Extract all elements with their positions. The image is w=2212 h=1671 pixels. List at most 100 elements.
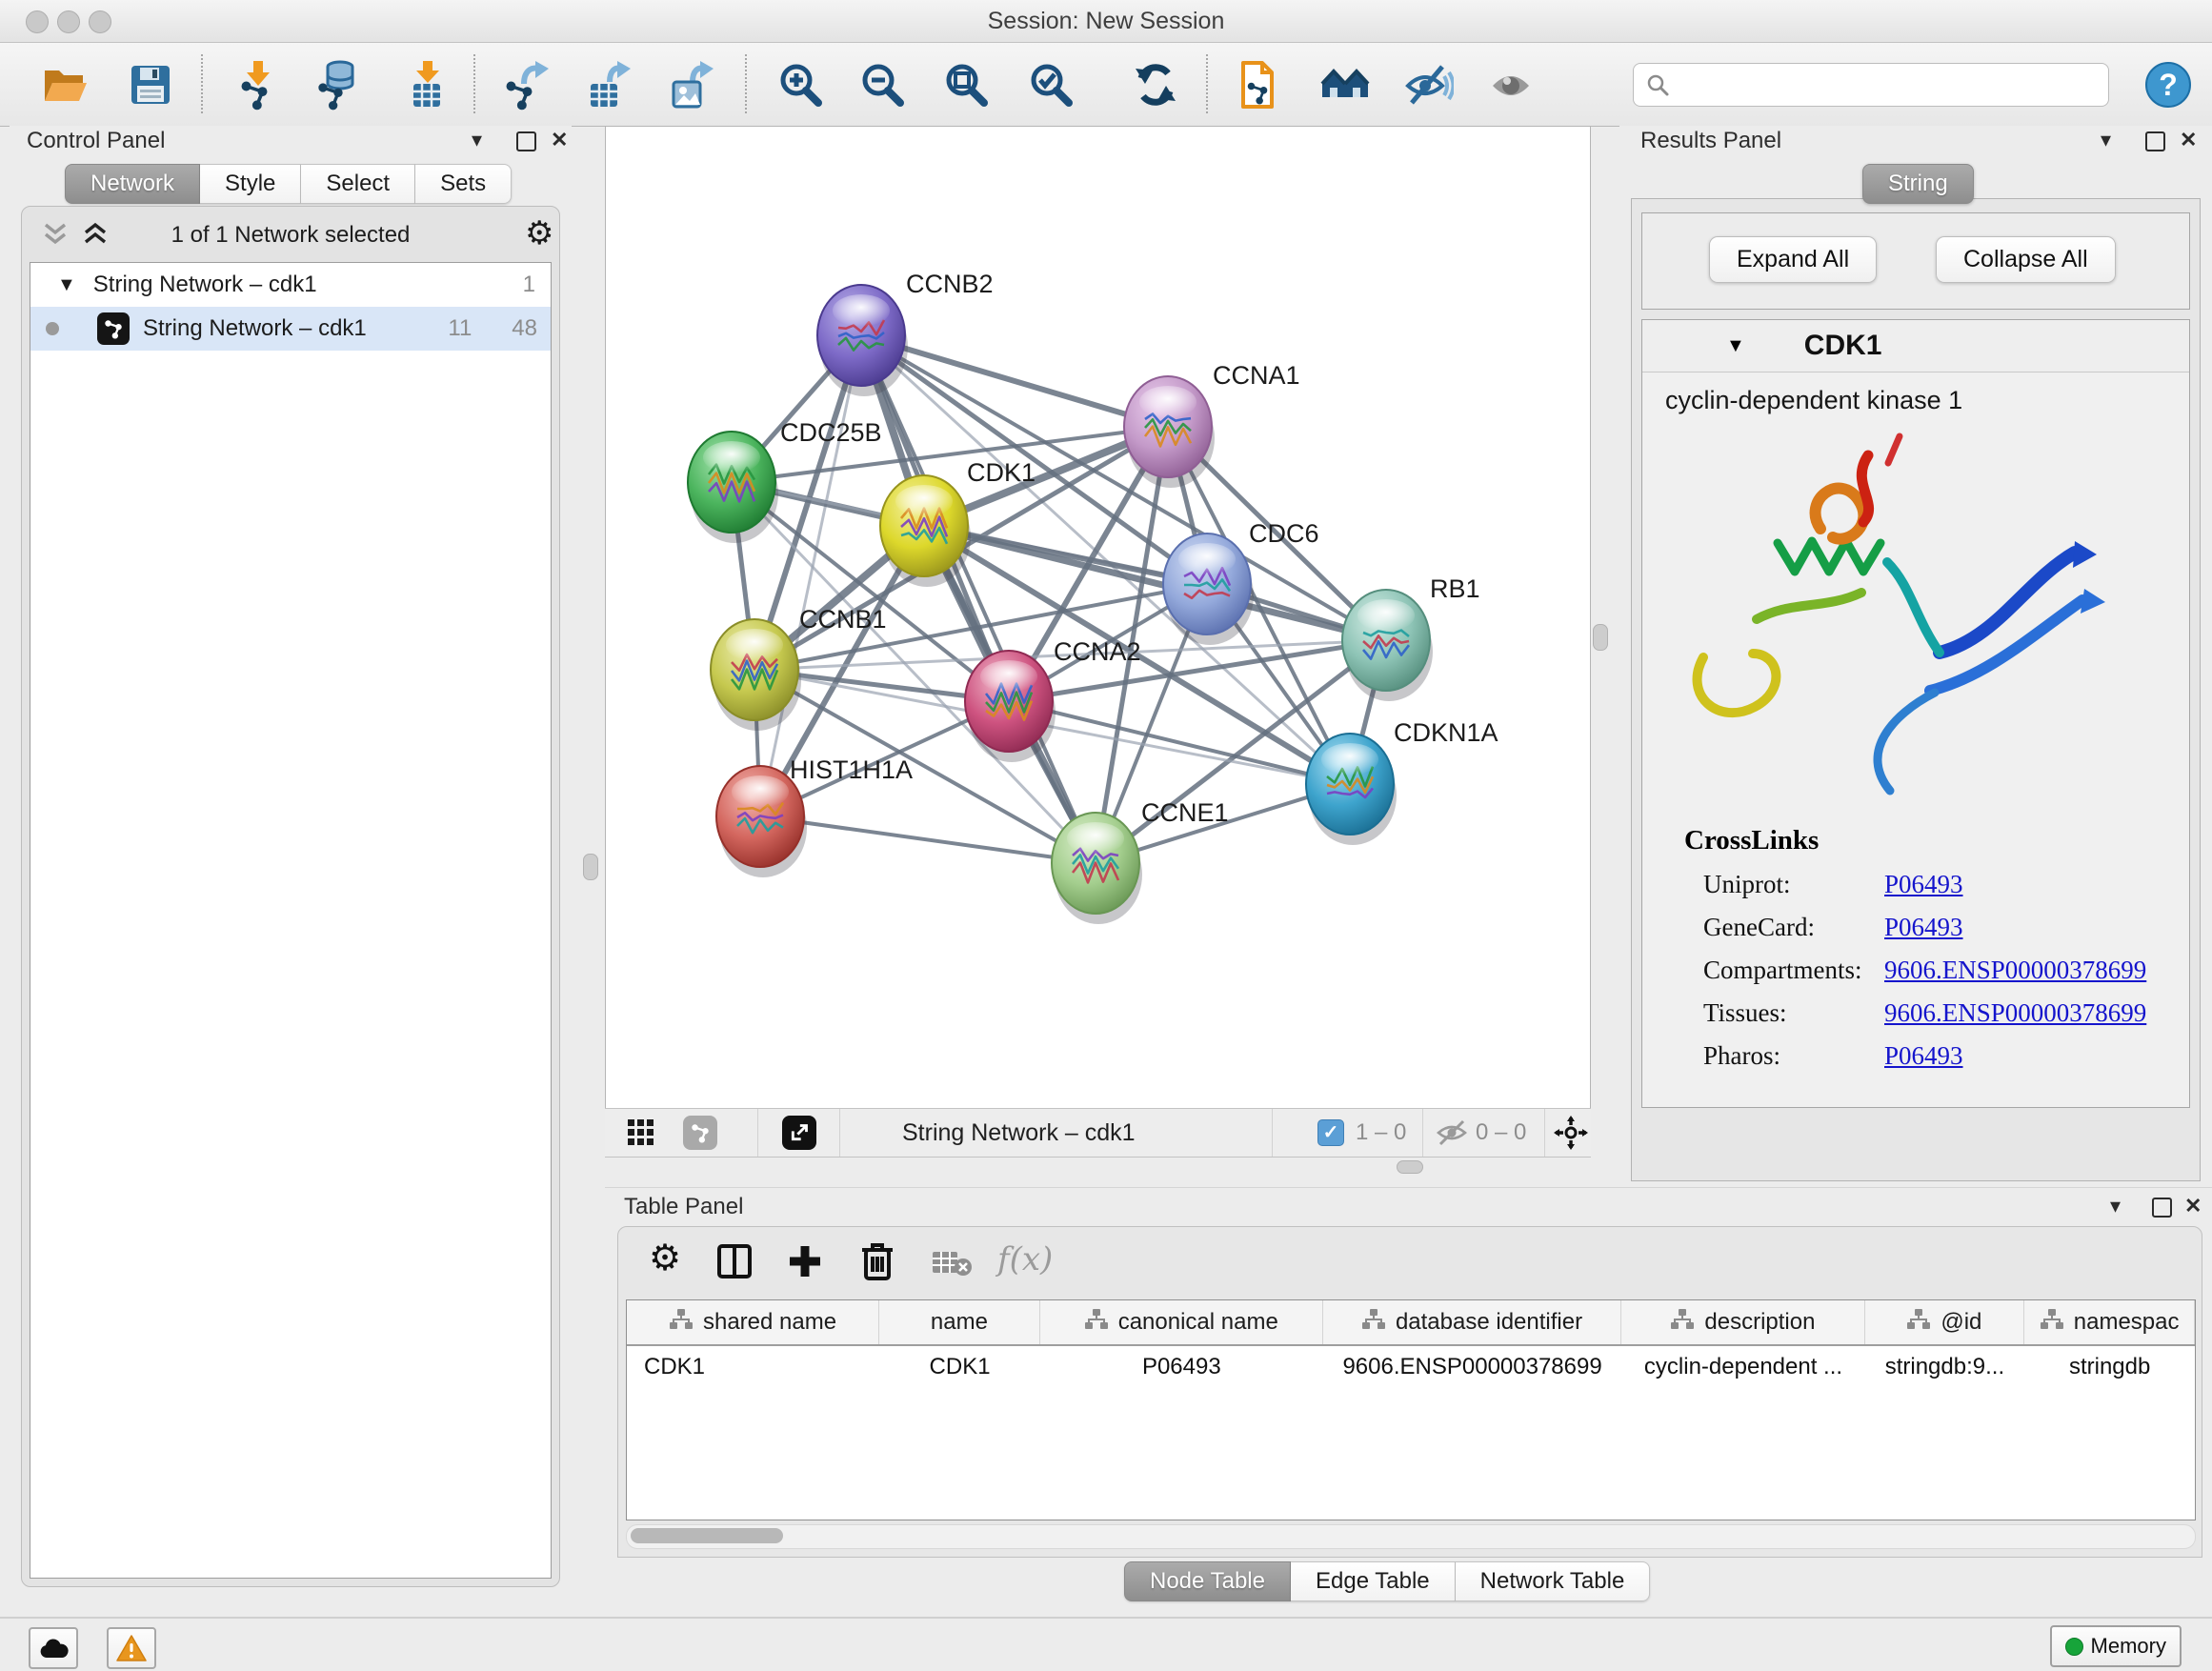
tab-node-table[interactable]: Node Table (1124, 1561, 1291, 1601)
tree-expander-icon[interactable]: ▼ (57, 274, 76, 296)
panel-menu-icon[interactable]: ▾ (2110, 1196, 2121, 1217)
column-header-canonical-name[interactable]: canonical name (1040, 1300, 1323, 1344)
panel-float-icon[interactable] (516, 131, 536, 151)
horizontal-splitter-handle[interactable] (1397, 1160, 1423, 1174)
open-session-button[interactable] (34, 55, 95, 114)
export-network-button[interactable] (494, 55, 555, 114)
crosslink-link[interactable]: P06493 (1884, 913, 1963, 942)
network-node-rb1[interactable] (1342, 590, 1433, 701)
crosslink-link[interactable]: 9606.ENSP00000378699 (1884, 998, 2146, 1028)
network-node-ccna2[interactable] (965, 651, 1056, 762)
selected-checkbox-icon[interactable]: ✓ (1317, 1119, 1344, 1146)
expand-all-button[interactable]: Expand All (1709, 236, 1877, 283)
network-edge[interactable] (760, 335, 861, 816)
column-header-namespac[interactable]: namespac (2024, 1300, 2195, 1344)
save-session-button[interactable] (120, 55, 181, 114)
network-node-ccnb1[interactable] (711, 619, 801, 731)
panel-close-icon[interactable]: ✕ (2184, 1196, 2202, 1217)
zoom-out-button[interactable] (852, 55, 913, 114)
show-hidden-button[interactable] (1480, 55, 1541, 114)
table-row[interactable]: CDK1CDK1P064939606.ENSP00000378699cyclin… (627, 1346, 2195, 1388)
scrollbar-thumb[interactable] (631, 1528, 783, 1543)
panel-menu-icon[interactable]: ▾ (2101, 130, 2111, 151)
gear-icon[interactable]: ⚙ (525, 214, 553, 252)
table-cell[interactable]: CDK1 (879, 1354, 1040, 1380)
show-columns-icon[interactable] (715, 1242, 754, 1280)
grid-mode-icon[interactable] (628, 1119, 654, 1146)
network-node-cdc25b[interactable] (688, 432, 778, 543)
memory-button[interactable]: Memory (2050, 1625, 2182, 1667)
vertical-splitter-handle[interactable] (583, 854, 598, 880)
network-tree-root-row[interactable]: ▼ String Network – cdk1 1 (30, 263, 551, 307)
panel-close-icon[interactable]: ✕ (551, 130, 568, 151)
network-tree-child-row[interactable]: String Network – cdk1 11 48 (30, 307, 551, 351)
column-label: shared name (703, 1309, 836, 1336)
refresh-layout-button[interactable] (1125, 55, 1186, 114)
import-network-file-button[interactable] (228, 55, 289, 114)
table-cell[interactable]: P06493 (1040, 1354, 1323, 1380)
node-details-header[interactable]: ▼ CDK1 (1642, 320, 2189, 372)
tab-network[interactable]: Network (65, 164, 200, 204)
panel-float-icon[interactable] (2152, 1198, 2172, 1218)
column-header-database-identifier[interactable]: database identifier (1323, 1300, 1622, 1344)
network-node-cdc6[interactable] (1163, 534, 1254, 645)
tab-style[interactable]: Style (200, 164, 301, 204)
zoom-selected-icon (1025, 59, 1076, 111)
tab-edge-table[interactable]: Edge Table (1291, 1561, 1456, 1601)
zoom-selected-button[interactable] (1020, 55, 1081, 114)
collapse-entry-icon[interactable]: ▼ (1726, 335, 1745, 357)
network-node-cdk1[interactable] (880, 475, 971, 587)
tab-string[interactable]: String (1862, 164, 1974, 204)
column-header--id[interactable]: @id (1865, 1300, 2025, 1344)
table-cell[interactable]: CDK1 (627, 1354, 879, 1380)
first-neighbors-button[interactable] (1229, 55, 1290, 114)
column-header-description[interactable]: description (1621, 1300, 1864, 1344)
tab-select[interactable]: Select (301, 164, 415, 204)
panel-close-icon[interactable]: ✕ (2180, 130, 2197, 151)
warnings-button[interactable] (107, 1627, 156, 1669)
table-gear-icon[interactable]: ⚙ (649, 1237, 681, 1279)
zoom-fit-button[interactable] (935, 55, 996, 114)
hidden-eye-icon[interactable] (1436, 1118, 1468, 1147)
tab-network-table[interactable]: Network Table (1456, 1561, 1651, 1601)
network-edge[interactable] (760, 816, 1096, 863)
crosslink-link[interactable]: P06493 (1884, 870, 1963, 899)
import-network-database-button[interactable] (307, 55, 368, 114)
tab-sets[interactable]: Sets (415, 164, 512, 204)
table-cell[interactable]: stringdb (2024, 1354, 2195, 1380)
table-panel: Table Panel ▾ ✕ ⚙ f(x) sh (605, 1187, 2212, 1613)
pan-crosshair-icon[interactable] (1554, 1116, 1588, 1150)
collapse-all-button[interactable]: Collapse All (1936, 236, 2116, 283)
panel-menu-icon[interactable]: ▾ (472, 130, 482, 151)
table-cell[interactable]: stringdb:9... (1865, 1354, 2025, 1380)
horizontal-scrollbar[interactable] (626, 1524, 2196, 1549)
add-column-icon[interactable] (786, 1242, 824, 1280)
vertical-splitter-handle[interactable] (1593, 624, 1608, 651)
network-node-ccna1[interactable] (1124, 376, 1215, 488)
search-input[interactable] (1670, 71, 2097, 98)
export-image-button[interactable] (659, 55, 720, 114)
export-table-button[interactable] (576, 55, 637, 114)
panel-float-icon[interactable] (2145, 131, 2165, 151)
column-header-name[interactable]: name (879, 1300, 1040, 1344)
network-view-share-icon[interactable] (683, 1116, 717, 1150)
hide-selected-button[interactable] (1398, 55, 1458, 114)
crosslink-link[interactable]: P06493 (1884, 1041, 1963, 1071)
table-cell[interactable]: 9606.ENSP00000378699 (1323, 1354, 1622, 1380)
network-node-cdkn1a[interactable] (1306, 734, 1397, 845)
zoom-in-icon (774, 59, 826, 111)
string-network-graph[interactable]: CCNB2CCNA1CDC25BCDK1CDC6RB1CCNB1CCNA2CDK… (606, 127, 1590, 1108)
network-node-ccnb2[interactable] (817, 285, 908, 396)
network-node-ccne1[interactable] (1052, 813, 1142, 924)
cloud-button[interactable] (29, 1627, 78, 1669)
table-cell[interactable]: cyclin-dependent ... (1621, 1354, 1864, 1380)
crosslink-link[interactable]: 9606.ENSP00000378699 (1884, 956, 2146, 985)
zoom-in-button[interactable] (770, 55, 831, 114)
open-in-window-icon[interactable] (782, 1116, 816, 1150)
import-table-button[interactable] (395, 55, 456, 114)
help-button[interactable]: ? (2138, 55, 2199, 114)
houses-button[interactable] (1315, 55, 1376, 114)
column-header-shared-name[interactable]: shared name (627, 1300, 879, 1344)
network-view-canvas[interactable]: CCNB2CCNA1CDC25BCDK1CDC6RB1CCNB1CCNA2CDK… (605, 126, 1591, 1109)
delete-column-icon[interactable] (858, 1240, 896, 1282)
